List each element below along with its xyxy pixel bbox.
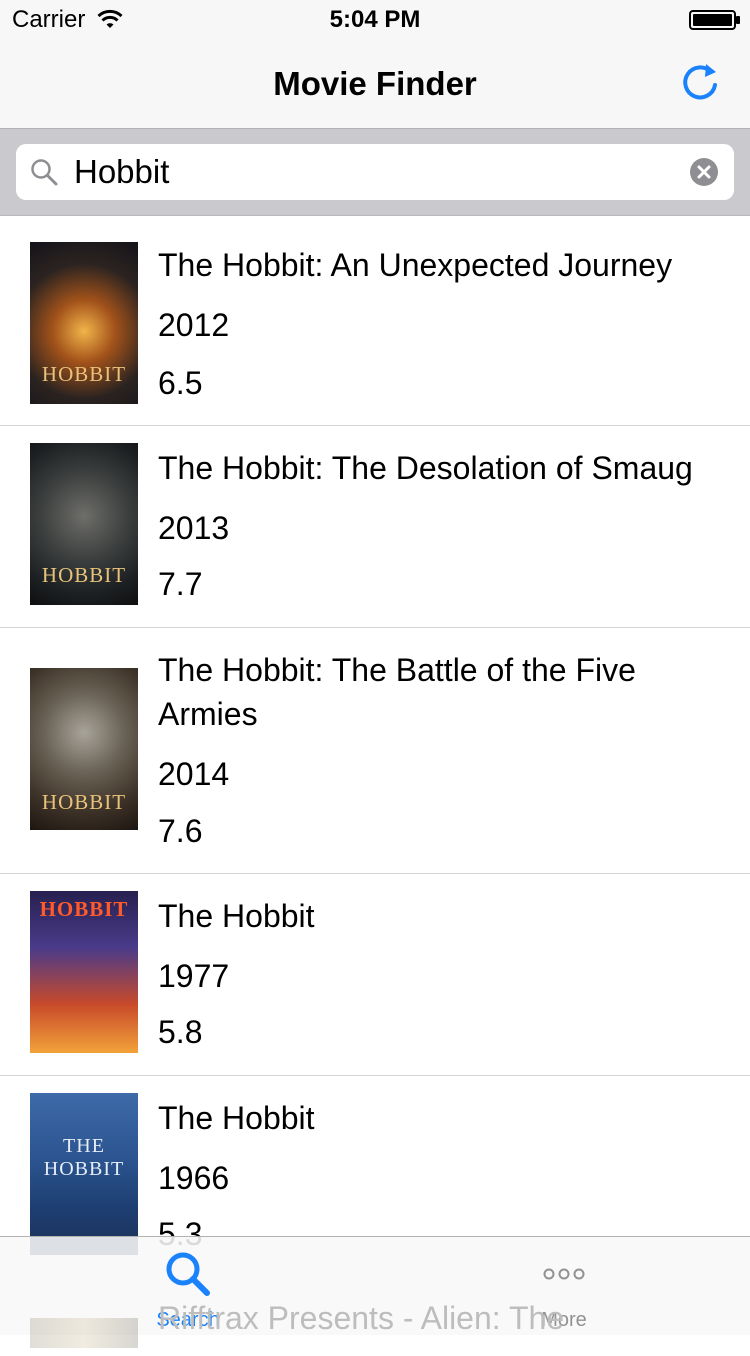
search-bar xyxy=(0,129,750,216)
movie-rating: 7.7 xyxy=(158,566,203,602)
movie-row[interactable]: HOBBIT The Hobbit: The Battle of the Fiv… xyxy=(0,628,750,874)
poster-caption: HOBBIT xyxy=(41,362,127,386)
search-icon xyxy=(30,158,58,186)
movie-poster: HOBBIT xyxy=(30,668,138,830)
movie-poster: HOBBIT xyxy=(30,891,138,1053)
poster-caption: HOBBIT xyxy=(41,563,127,587)
tab-more[interactable]: More xyxy=(494,1237,634,1335)
battery-icon xyxy=(689,10,741,30)
movie-list: HOBBIT The Hobbit: An Unexpected Journey… xyxy=(0,216,750,1278)
movie-rating: 7.6 xyxy=(158,813,203,849)
movie-year: 2012 xyxy=(158,307,230,343)
movie-title: The Hobbit: The Battle of the Five Armie… xyxy=(158,652,636,732)
movie-year: 2014 xyxy=(158,756,230,792)
movie-title: The Hobbit: An Unexpected Journey xyxy=(158,247,673,283)
movie-year: 1966 xyxy=(158,1160,230,1196)
page-title: Movie Finder xyxy=(273,65,477,102)
refresh-icon xyxy=(683,64,717,100)
tab-more-label: More xyxy=(541,1309,587,1331)
search-field[interactable] xyxy=(16,144,734,200)
movie-title: The Hobbit xyxy=(158,1100,315,1136)
tab-bar: Search More xyxy=(0,1236,750,1335)
more-icon xyxy=(543,1268,585,1280)
tab-search[interactable]: Search xyxy=(118,1237,258,1335)
movie-row[interactable]: HOBBIT The Hobbit 1977 5.8 xyxy=(0,874,750,1076)
clock: 5:04 PM xyxy=(329,6,421,33)
movie-title: The Hobbit xyxy=(158,898,315,934)
movie-row[interactable]: HOBBIT The Hobbit: The Desolation of Sma… xyxy=(0,426,750,628)
movie-row[interactable]: HOBBIT The Hobbit: An Unexpected Journey… xyxy=(0,216,750,426)
search-icon xyxy=(166,1252,210,1296)
movie-rating: 6.5 xyxy=(158,365,203,401)
poster-caption: HOBBIT xyxy=(41,790,127,814)
navigation-bar: Movie Finder xyxy=(0,40,750,129)
status-bar: Carrier 5:04 PM xyxy=(0,0,750,40)
movie-poster: HOBBIT xyxy=(30,242,138,404)
poster-caption: THE HOBBIT xyxy=(43,1135,125,1180)
tab-search-label: Search xyxy=(156,1309,220,1331)
search-input[interactable] xyxy=(74,150,674,194)
movie-year: 2013 xyxy=(158,510,230,546)
movie-poster: THE HOBBIT xyxy=(30,1093,138,1255)
movie-poster: HOBBIT xyxy=(30,443,138,605)
refresh-button[interactable] xyxy=(676,58,726,108)
movie-title: The Hobbit: The Desolation of Smaug xyxy=(158,450,693,486)
movie-rating: 5.8 xyxy=(158,1014,203,1050)
movie-year: 1977 xyxy=(158,958,230,994)
clear-icon[interactable] xyxy=(690,158,718,186)
poster-caption: HOBBIT xyxy=(39,897,129,921)
